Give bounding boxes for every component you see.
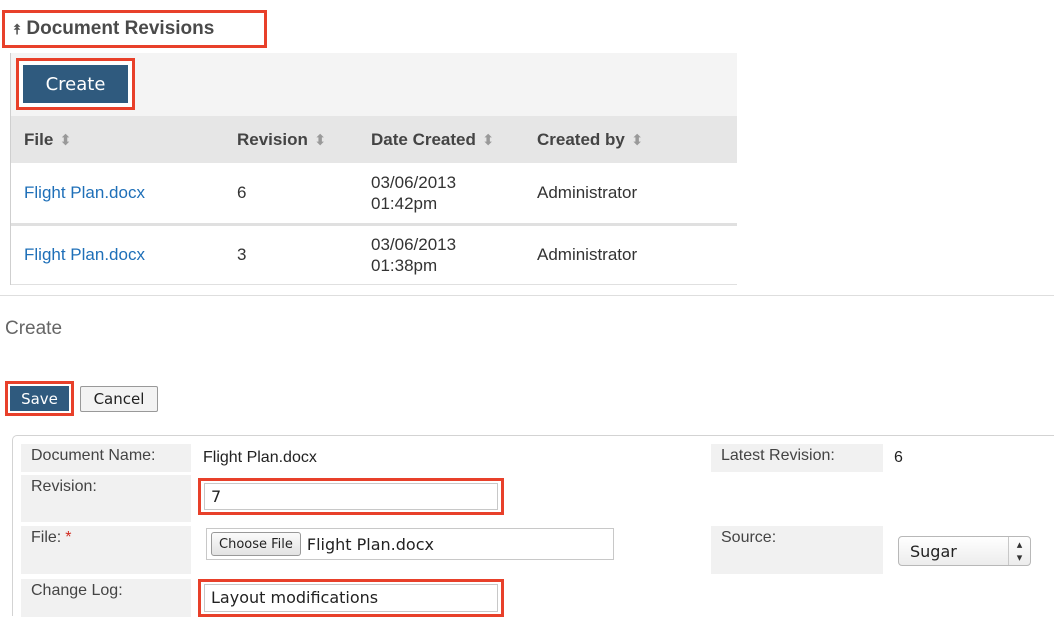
latest-revision-value: 6: [894, 449, 903, 466]
subpanel-toolbar: Create: [11, 53, 737, 116]
revision-input[interactable]: 7: [204, 483, 498, 510]
file-link[interactable]: Flight Plan.docx: [24, 183, 145, 202]
change-log-input[interactable]: Layout modifications: [204, 584, 498, 612]
column-header-file[interactable]: File ⬍: [11, 116, 224, 163]
section-divider: [0, 295, 1054, 296]
document-revisions-subpanel: Create File ⬍ Revision ⬍ Date Created ⬍ Cre…: [10, 53, 737, 285]
subpanel-title[interactable]: ⯭ Document Revisions: [2, 10, 267, 48]
document-name-label: Document Name:: [21, 444, 191, 472]
column-header-revision[interactable]: Revision ⬍: [224, 116, 358, 163]
sort-icon[interactable]: ⬍: [631, 132, 644, 149]
sort-icon[interactable]: ⬍: [59, 132, 72, 149]
source-label: Source:: [711, 526, 883, 574]
table-header-row: File ⬍ Revision ⬍ Date Created ⬍ Created by…: [11, 116, 737, 163]
date-created-cell: 03/06/2013 01:38pm: [358, 224, 524, 285]
selected-file-name: Flight Plan.docx: [306, 534, 434, 554]
change-log-label: Change Log:: [21, 579, 191, 617]
column-header-created-by[interactable]: Created by ⬍: [524, 116, 737, 163]
document-name-value: Flight Plan.docx: [203, 449, 317, 466]
select-arrows-icon: ▴ ▾: [1008, 537, 1030, 565]
column-header-date-created[interactable]: Date Created ⬍: [358, 116, 524, 163]
created-by-cell: Administrator: [524, 163, 737, 226]
revision-cell: 3: [224, 224, 358, 285]
cancel-button[interactable]: Cancel: [80, 386, 158, 412]
save-button[interactable]: Save: [5, 381, 74, 416]
sort-icon[interactable]: ⬍: [482, 132, 495, 149]
sort-icon[interactable]: ⬍: [314, 132, 327, 149]
revision-cell: 6: [224, 163, 358, 226]
create-button[interactable]: Create: [16, 58, 135, 110]
table-row: Flight Plan.docx 3 03/06/2013 01:38pm Ad…: [11, 224, 737, 285]
double-chevron-up-icon[interactable]: ⯭: [13, 21, 21, 38]
create-button-label: Create: [23, 65, 128, 103]
revisions-table: File ⬍ Revision ⬍ Date Created ⬍ Created by…: [11, 116, 737, 285]
file-upload-field: Choose File Flight Plan.docx: [206, 528, 614, 560]
subpanel-title-label: Document Revisions: [26, 18, 215, 39]
table-row: Flight Plan.docx 6 03/06/2013 01:42pm Ad…: [11, 163, 737, 226]
form-title: Create: [5, 318, 63, 339]
choose-file-button[interactable]: Choose File: [211, 532, 301, 556]
date-created-cell: 03/06/2013 01:42pm: [358, 163, 524, 226]
save-button-label: Save: [10, 386, 69, 411]
created-by-cell: Administrator: [524, 224, 737, 285]
file-link[interactable]: Flight Plan.docx: [24, 245, 145, 264]
edit-form: Document Name: Flight Plan.docx Latest R…: [12, 435, 1054, 617]
revision-label: Revision:: [21, 475, 191, 522]
file-label: File: *: [21, 526, 191, 574]
source-select[interactable]: Sugar ▴ ▾: [898, 536, 1031, 566]
required-marker: *: [65, 529, 72, 546]
latest-revision-label: Latest Revision:: [711, 444, 883, 472]
